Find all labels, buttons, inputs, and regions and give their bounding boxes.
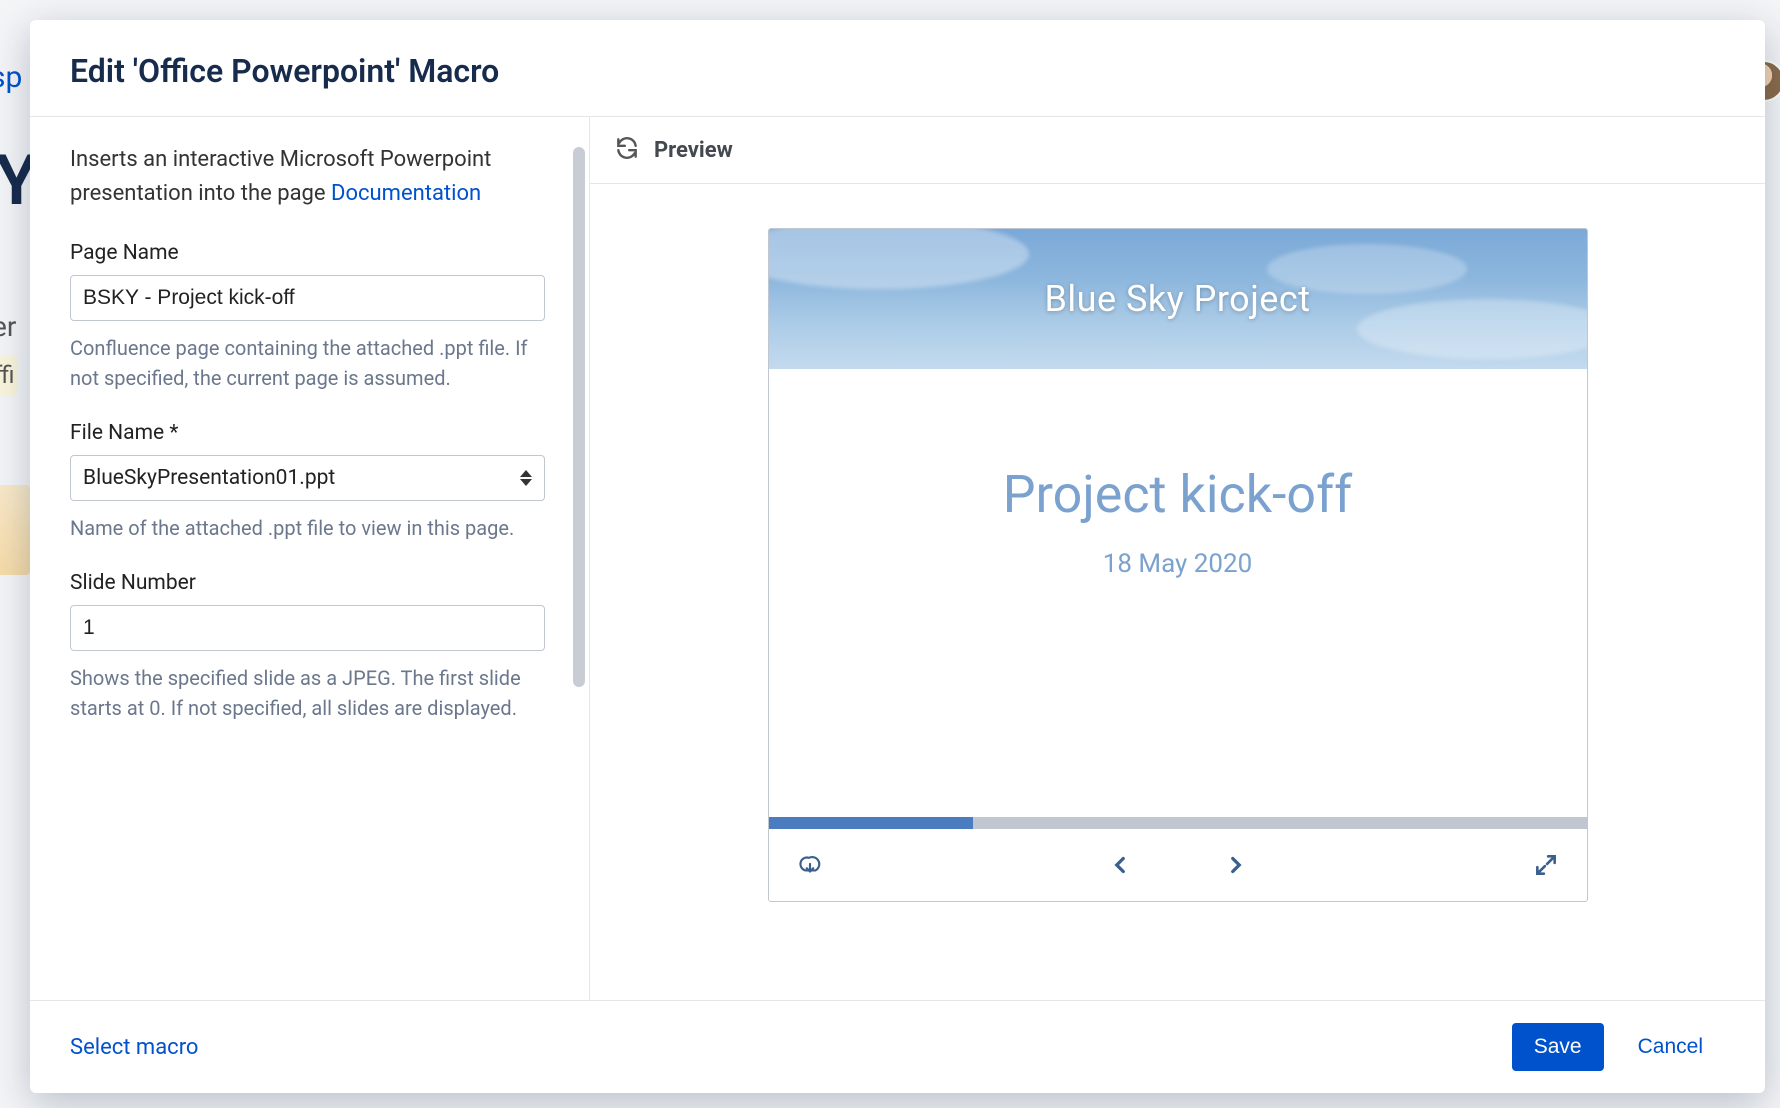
- page-name-label: Page Name: [70, 241, 549, 265]
- slide-banner: Blue Sky Project: [769, 229, 1587, 369]
- page-name-input[interactable]: [70, 275, 545, 321]
- slide-number-input[interactable]: [70, 605, 545, 651]
- documentation-link[interactable]: Documentation: [331, 181, 481, 206]
- slide-number-help: Shows the specified slide as a JPEG. The…: [70, 663, 549, 723]
- dialog-title: Edit 'Office Powerpoint' Macro: [70, 52, 1725, 90]
- slide-progress[interactable]: [769, 817, 1587, 829]
- preview-panel: Preview Blue Sky Project Project kick-of…: [590, 117, 1765, 1000]
- chevron-up-down-icon: [520, 470, 532, 486]
- select-macro-link[interactable]: Select macro: [70, 1035, 198, 1060]
- macro-description: Inserts an interactive Microsoft Powerpo…: [70, 143, 549, 211]
- next-slide-button[interactable]: [1223, 852, 1249, 878]
- scrollbar[interactable]: [573, 147, 585, 687]
- banner-title: Blue Sky Project: [1044, 278, 1310, 320]
- file-name-label: File Name *: [70, 421, 549, 445]
- download-icon[interactable]: [797, 852, 823, 878]
- refresh-icon[interactable]: [614, 135, 640, 165]
- cancel-button[interactable]: Cancel: [1616, 1023, 1725, 1071]
- bg-fragment: er: [0, 310, 16, 343]
- bg-fragment: [0, 485, 30, 575]
- prev-slide-button[interactable]: [1107, 852, 1133, 878]
- file-name-value: BlueSkyPresentation01.ppt: [83, 466, 335, 490]
- file-name-select[interactable]: BlueSkyPresentation01.ppt: [70, 455, 545, 501]
- slide-number-label: Slide Number: [70, 571, 549, 595]
- dialog-footer: Select macro Save Cancel: [30, 1000, 1765, 1093]
- preview-header: Preview: [590, 117, 1765, 184]
- bg-fragment: ffi: [0, 355, 18, 395]
- slide-title: Project kick-off: [769, 464, 1587, 525]
- bg-fragment: sp: [0, 60, 22, 95]
- dialog-header: Edit 'Office Powerpoint' Macro: [30, 20, 1765, 117]
- slide-date: 18 May 2020: [769, 549, 1587, 579]
- macro-config-panel: Inserts an interactive Microsoft Powerpo…: [30, 117, 590, 1000]
- slide-preview: Blue Sky Project Project kick-off 18 May…: [768, 228, 1588, 902]
- page-name-help: Confluence page containing the attached …: [70, 333, 549, 393]
- fullscreen-icon[interactable]: [1533, 852, 1559, 878]
- save-button[interactable]: Save: [1512, 1023, 1604, 1071]
- macro-edit-dialog: Edit 'Office Powerpoint' Macro Inserts a…: [30, 20, 1765, 1093]
- file-name-help: Name of the attached .ppt file to view i…: [70, 513, 549, 543]
- preview-label: Preview: [654, 138, 733, 163]
